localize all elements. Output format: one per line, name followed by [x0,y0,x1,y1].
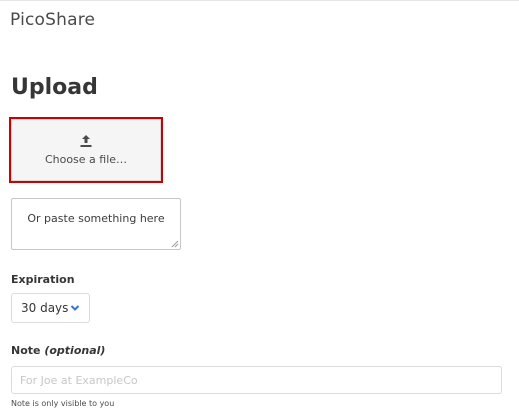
upload-icon [80,135,92,147]
expiration-selected-value: 30 days [21,301,69,315]
paste-textarea[interactable]: Or paste something here [11,198,181,250]
choose-file-button[interactable]: Choose a file… [9,117,163,183]
chevron-down-icon [70,305,80,311]
note-label-text: Note [11,344,41,357]
top-navbar: PicoShare [0,0,519,40]
page-title: Upload [11,75,98,100]
choose-file-label: Choose a file… [44,153,128,166]
optional-label: (optional) [44,344,106,357]
resize-handle-icon[interactable] [171,240,179,248]
expiration-select[interactable]: 30 days [11,293,90,323]
paste-placeholder: Or paste something here [27,212,165,225]
note-help-text: Note is only visible to you [11,399,115,408]
brand-logo[interactable]: PicoShare [10,10,95,30]
expiration-label: Expiration [11,273,75,286]
note-label: Note (optional) [11,344,105,357]
note-input[interactable] [11,366,502,394]
